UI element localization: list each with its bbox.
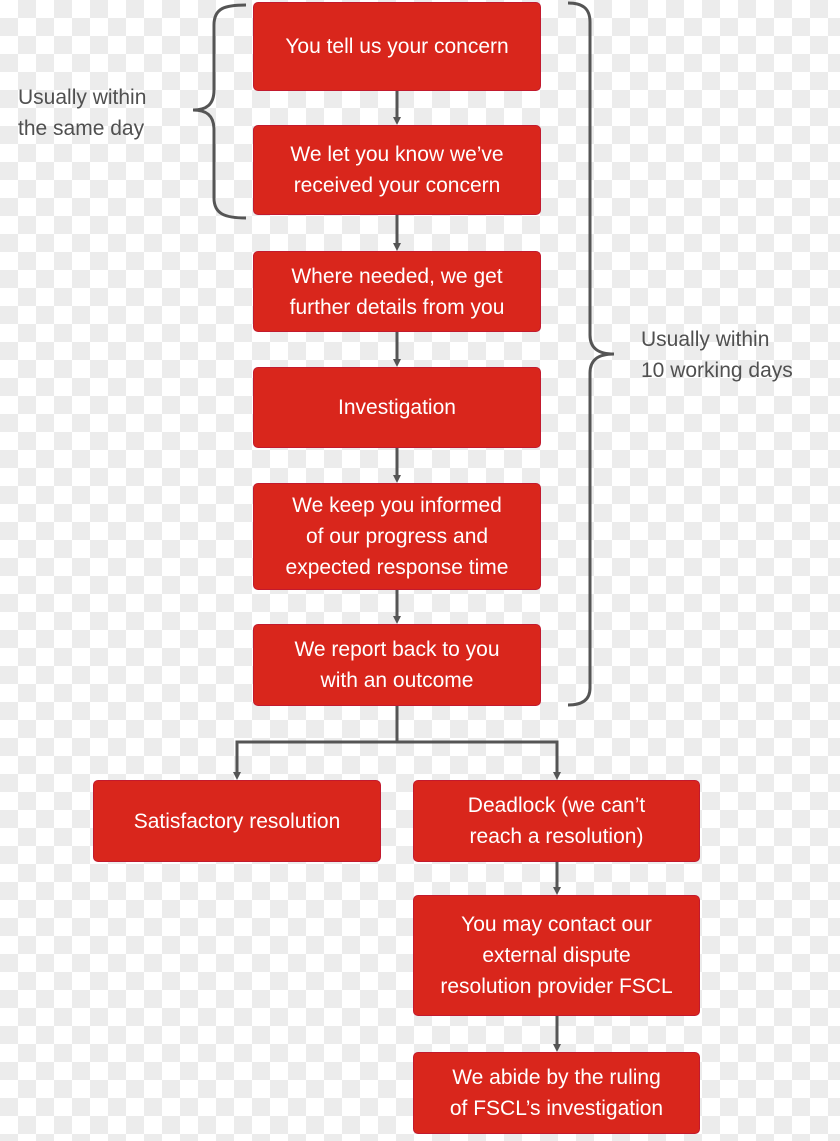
outcome-satisfactory: Satisfactory resolution	[93, 780, 381, 862]
outcome-deadlock: Deadlock (we can’t reach a resolution)	[413, 780, 700, 862]
step-tell-concern: You tell us your concern	[253, 2, 541, 91]
note-same-day: Usually within the same day	[18, 86, 147, 140]
step-acknowledge: We let you know we’ve received your conc…	[253, 125, 541, 215]
step-further-details: Where needed, we get further details fro…	[253, 251, 541, 332]
branch-line-right	[397, 740, 561, 780]
step-investigation: Investigation	[253, 367, 541, 448]
step-abide-ruling: We abide by the ruling of FSCL’s investi…	[413, 1052, 700, 1134]
branch-line	[233, 706, 399, 780]
step-contact-fscl: You may contact our external dispute res…	[413, 895, 700, 1016]
left-brace	[192, 3, 247, 220]
step-report-outcome: We report back to you with an outcome	[253, 624, 541, 706]
note-ten-days: Usually within 10 working days	[641, 328, 793, 382]
right-brace	[567, 1, 615, 707]
step-keep-informed: We keep you informed of our progress and…	[253, 483, 541, 590]
